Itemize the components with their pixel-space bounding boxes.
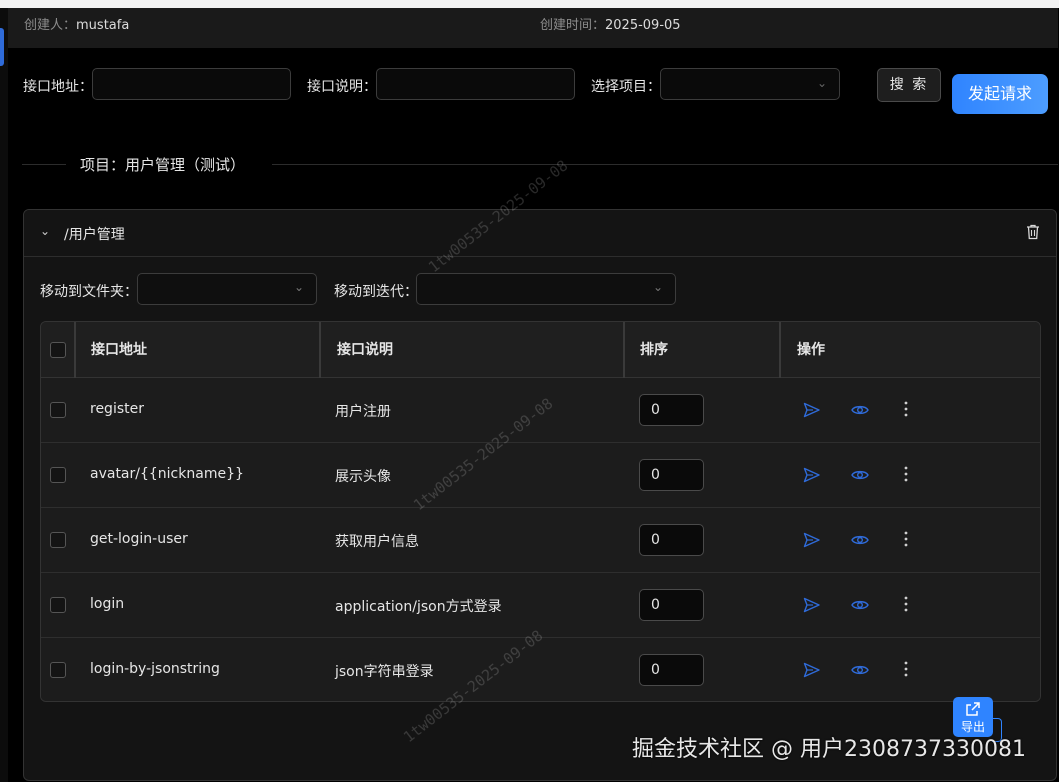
divider-line-left: [22, 164, 66, 165]
column-header-actions: 操作: [797, 342, 825, 358]
row-address: register: [90, 401, 144, 417]
creator-label: 创建人：: [24, 18, 77, 33]
send-icon[interactable]: [803, 402, 821, 418]
row-checkbox[interactable]: [50, 467, 66, 483]
send-icon[interactable]: [803, 532, 821, 548]
juejin-watermark: 掘金技术社区 @ 用户2308737330081: [632, 737, 1026, 762]
row-desc: 获取用户信息: [335, 534, 419, 550]
created-time-value: 2025-09-05: [605, 18, 681, 33]
creator-value: mustafa: [76, 18, 130, 33]
table-row: get-login-user 获取用户信息 0: [41, 508, 1040, 573]
divider-line-right: [272, 164, 1058, 165]
chevron-down-icon[interactable]: ⌄: [40, 224, 50, 238]
order-input[interactable]: 0: [639, 459, 704, 491]
send-request-button[interactable]: 发起请求: [952, 74, 1048, 114]
project-title: 项目：用户管理（测试）: [80, 156, 246, 174]
chevron-down-icon: ⌄: [816, 76, 827, 90]
chevron-down-icon: ⌄: [652, 280, 663, 294]
row-address: login-by-jsonstring: [90, 661, 220, 677]
column-header-desc: 接口说明: [337, 342, 393, 358]
column-header-address: 接口地址: [91, 342, 147, 358]
table-row: login application/json方式登录 0: [41, 573, 1040, 638]
api-desc-label: 接口说明：: [307, 79, 377, 95]
folder-panel-header[interactable]: ⌄ /用户管理: [24, 210, 1056, 257]
more-icon[interactable]: [903, 595, 909, 613]
filter-bar: 接口地址： 接口说明： 选择项目： ⌄ 搜 索 发起请求: [0, 66, 1059, 118]
meta-bar: 创建人：mustafa 创建时间：2025-09-05: [8, 8, 1058, 48]
row-desc: application/json方式登录: [335, 599, 502, 615]
row-checkbox[interactable]: [50, 597, 66, 613]
select-all-checkbox[interactable]: [50, 342, 66, 358]
row-desc: 展示头像: [335, 469, 391, 485]
window-top-strip: [0, 0, 1059, 8]
eye-icon[interactable]: [851, 533, 869, 547]
row-desc: json字符串登录: [335, 664, 434, 680]
table-header: 接口地址 接口说明 排序 操作: [41, 322, 1040, 378]
created-time-label: 创建时间：: [540, 18, 606, 33]
trash-icon[interactable]: [1026, 224, 1040, 240]
move-folder-label: 移动到文件夹：: [40, 284, 138, 300]
table-row: login-by-jsonstring json字符串登录 0: [41, 638, 1040, 701]
creator-info: 创建人：mustafa: [24, 14, 129, 33]
order-input[interactable]: 0: [639, 589, 704, 621]
column-separator[interactable]: [623, 322, 625, 378]
row-address: get-login-user: [90, 531, 188, 547]
table-row: avatar/{{nickname}} 展示头像 0: [41, 443, 1040, 508]
column-separator[interactable]: [74, 322, 76, 378]
eye-icon[interactable]: [851, 598, 869, 612]
search-button[interactable]: 搜 索: [877, 68, 941, 102]
send-icon[interactable]: [803, 662, 821, 678]
eye-icon[interactable]: [851, 403, 869, 417]
sidebar-active-tab[interactable]: [0, 28, 4, 66]
column-header-order: 排序: [640, 342, 668, 358]
created-time-info: 创建时间：2025-09-05: [540, 14, 681, 33]
folder-title: /用户管理: [64, 227, 125, 243]
chevron-down-icon: ⌄: [293, 280, 304, 294]
more-icon[interactable]: [903, 400, 909, 418]
row-checkbox[interactable]: [50, 662, 66, 678]
column-separator[interactable]: [779, 322, 781, 378]
more-icon[interactable]: [903, 530, 909, 548]
row-checkbox[interactable]: [50, 532, 66, 548]
row-desc: 用户注册: [335, 404, 391, 420]
order-input[interactable]: 0: [639, 654, 704, 686]
project-select-label: 选择项目：: [591, 79, 661, 95]
eye-icon[interactable]: [851, 663, 869, 677]
api-desc-input[interactable]: [376, 68, 575, 100]
row-address: avatar/{{nickname}}: [90, 466, 244, 482]
order-input[interactable]: 0: [639, 394, 704, 426]
row-checkbox[interactable]: [50, 402, 66, 418]
folder-panel: ⌄ /用户管理 移动到文件夹： ⌄ 移动到迭代： ⌄ 接口地址 接口说明 排序 …: [23, 209, 1057, 781]
move-folder-select[interactable]: ⌄: [137, 273, 317, 305]
api-address-label: 接口地址：: [23, 79, 93, 95]
row-address: login: [90, 596, 125, 612]
left-edge: [0, 8, 8, 782]
move-iteration-label: 移动到迭代：: [334, 284, 418, 300]
api-address-input[interactable]: [92, 68, 291, 100]
send-icon[interactable]: [803, 467, 821, 483]
more-icon[interactable]: [903, 660, 909, 678]
order-input[interactable]: 0: [639, 524, 704, 556]
send-icon[interactable]: [803, 597, 821, 613]
move-iteration-select[interactable]: ⌄: [416, 273, 676, 305]
more-icon[interactable]: [903, 465, 909, 483]
project-select[interactable]: ⌄: [660, 68, 840, 100]
export-icon: [966, 702, 980, 716]
column-separator[interactable]: [319, 322, 321, 378]
eye-icon[interactable]: [851, 468, 869, 482]
move-row: 移动到文件夹： ⌄ 移动到迭代： ⌄: [24, 272, 1056, 308]
